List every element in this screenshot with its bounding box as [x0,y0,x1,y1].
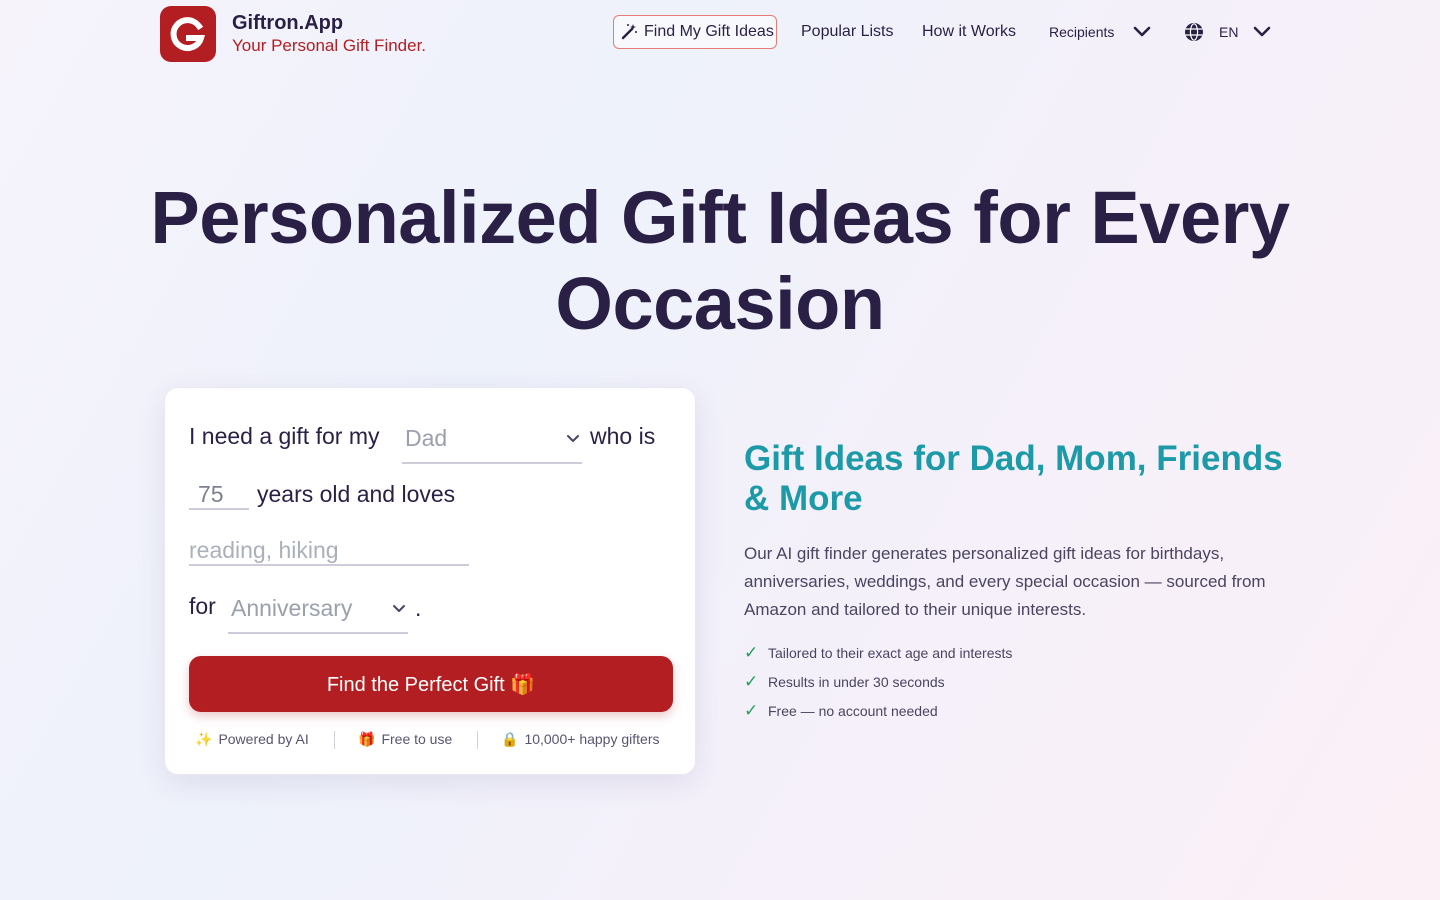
recipient-select[interactable]: Dad [402,424,582,464]
lock-icon: 🔒 [501,731,519,747]
nav-popular-lists[interactable]: Popular Lists [801,21,894,43]
logo-g-icon [170,17,206,52]
gift-finder-form: I need a gift for my Dad who is 75 years… [164,387,696,775]
badge-powered-by-ai: ✨ Powered by AI [195,728,309,750]
checklist-item: ✓ Results in under 30 seconds [744,672,945,692]
brand-name: Giftron.App [232,12,344,34]
badge-divider [477,731,478,749]
checkmark-icon: ✓ [744,643,759,662]
badge-happy-gifters-label: 10,000+ happy gifters [524,731,660,747]
info-description: Our AI gift finder generates personalize… [744,544,1266,619]
checklist-item-label: Tailored to their exact age and interest… [768,645,1013,661]
nav-how-it-works[interactable]: How it Works [922,21,1016,43]
checklist-item-label: Results in under 30 seconds [768,674,945,690]
text-who-is: who is [590,423,656,449]
language-chevron-down-icon[interactable] [1253,24,1271,38]
magic-wand-icon [621,24,637,40]
recipients-chevron-down-icon[interactable] [1133,24,1151,38]
age-input[interactable]: 75 [189,480,249,510]
language-label[interactable]: EN [1219,22,1238,42]
hero-title-line-1: Personalized Gift Ideas for Every [150,176,1290,259]
nav-recipients[interactable]: Recipients [1049,22,1114,42]
interests-input[interactable]: reading, hiking [189,536,469,566]
gift-icon: 🎁 [358,731,376,747]
find-my-gift-ideas-label: Find My Gift Ideas [644,23,774,40]
occasion-chevron-down-icon [393,605,405,612]
find-perfect-gift-button[interactable]: Find the Perfect Gift 🎁 [189,656,673,712]
sparkles-icon: ✨ [195,731,213,747]
badge-divider [334,731,335,749]
recipient-chevron-down-icon [567,435,579,442]
badge-free-to-use: 🎁 Free to use [358,728,452,750]
hero-title: Personalized Gift Ideas for Every Occasi… [0,175,1440,347]
brand-block[interactable]: Giftron.App Your Personal Gift Finder. [232,11,426,57]
giftron-logo[interactable] [160,6,216,62]
site-header: Giftron.App Your Personal Gift Finder. F… [0,0,1440,64]
text-years-old-loves: years old and loves [257,481,456,507]
occasion-select[interactable]: Anniversary [228,594,408,634]
find-my-gift-ideas-button[interactable]: Find My Gift Ideas [613,15,777,49]
badge-happy-gifters: 🔒 10,000+ happy gifters [501,728,659,750]
text-period: . [415,595,422,621]
badge-free-to-use-label: Free to use [381,731,453,747]
globe-icon[interactable] [1184,22,1204,42]
badge-powered-by-ai-label: Powered by AI [218,731,309,747]
brand-tagline: Your Personal Gift Finder. [232,36,427,55]
text-need-gift-for: I need a gift for my [189,423,380,449]
hero-title-line-2: Occasion [555,262,885,345]
checklist-item: ✓ Tailored to their exact age and intere… [744,643,1012,663]
checklist-item-label: Free — no account needed [768,703,938,719]
text-for: for [189,593,216,619]
occasion-select-value: Anniversary [231,595,353,621]
recipient-select-value: Dad [405,425,448,451]
info-title: Gift Ideas for Dad, Mom, Friends & More [744,439,1283,518]
checkmark-icon: ✓ [744,701,759,720]
checkmark-icon: ✓ [744,672,759,691]
checklist-item: ✓ Free — no account needed [744,701,938,721]
